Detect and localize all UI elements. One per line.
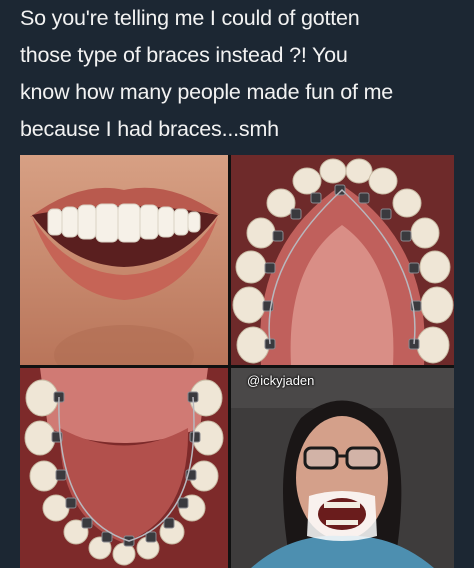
caption-line: know how many people made fun of me bbox=[20, 80, 394, 104]
photo-collage: @ickyjaden bbox=[20, 155, 454, 568]
caption-line: those type of braces instead ?! You bbox=[20, 43, 348, 67]
smile-photo bbox=[20, 155, 228, 365]
meme-caption: So you're telling me I could of gotten t… bbox=[20, 0, 466, 148]
watermark-text: @ickyjaden bbox=[247, 373, 315, 388]
upper-arch-braces-photo bbox=[231, 155, 454, 365]
selfie-photo: @ickyjaden bbox=[231, 368, 454, 568]
caption-line: because I had braces...smh bbox=[20, 117, 279, 141]
lower-arch-braces-photo bbox=[20, 368, 228, 568]
caption-line: So you're telling me I could of gotten bbox=[20, 6, 360, 30]
